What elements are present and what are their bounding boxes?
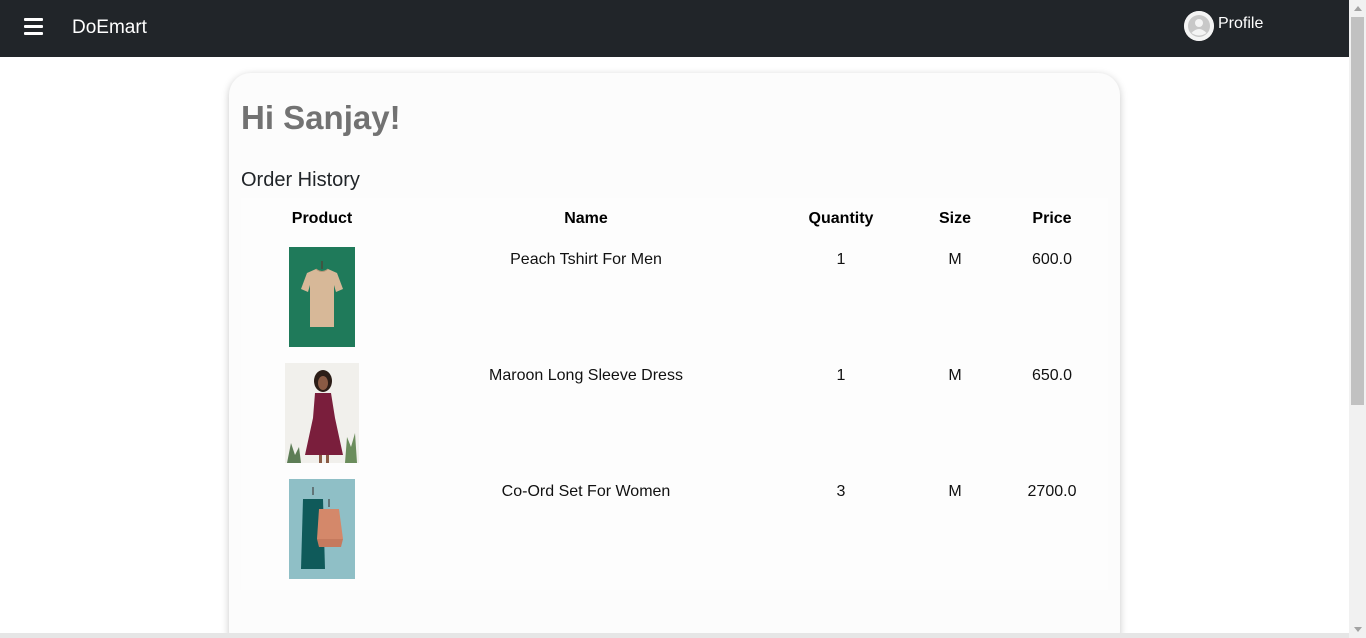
row-3-size: M [948,483,962,500]
header-quantity: Quantity [808,210,874,227]
order-table: Product Name Quantity Size Price Peach T… [241,198,1108,590]
header-name: Name [564,210,608,227]
greeting-heading: Hi Sanjay! [241,99,401,136]
row-3-quantity: 3 [836,483,846,500]
row-3-price: 2700.0 [1027,483,1077,500]
row-2-size: M [948,367,962,384]
order-history-card: Hi Sanjay! Order History Product Name Qu… [229,73,1120,638]
peach-tshirt-photo [289,247,355,347]
brand-title[interactable]: DoEmart [72,17,147,39]
row-1-quantity: 1 [836,251,846,268]
order-history-title: Order History [241,169,360,191]
row-1-price: 600.0 [1031,251,1073,268]
scrollbar-thumb[interactable] [1351,17,1364,405]
user-avatar-icon [1184,11,1214,41]
maroon-dress-photo [285,363,359,463]
row-3-name: Co-Ord Set For Women [501,483,671,500]
vertical-scrollbar[interactable] [1349,0,1366,638]
profile-button[interactable]: Profile [1184,11,1263,41]
top-navbar: DoEmart Profile [0,0,1349,57]
row-2-price: 650.0 [1031,367,1073,384]
header-price: Price [1032,210,1072,227]
row-2-name: Maroon Long Sleeve Dress [489,367,683,384]
row-1-size: M [948,251,962,268]
scroll-up-icon[interactable] [1349,0,1366,17]
header-size: Size [938,210,972,227]
row-2-quantity: 1 [836,367,846,384]
profile-label: Profile [1218,15,1264,32]
horizontal-scrollbar[interactable] [0,633,1349,638]
hamburger-menu-icon[interactable] [24,18,43,36]
row-1-name: Peach Tshirt For Men [510,251,662,268]
header-product: Product [291,210,353,227]
coord-set-photo [289,479,355,579]
scroll-down-icon[interactable] [1349,621,1366,638]
